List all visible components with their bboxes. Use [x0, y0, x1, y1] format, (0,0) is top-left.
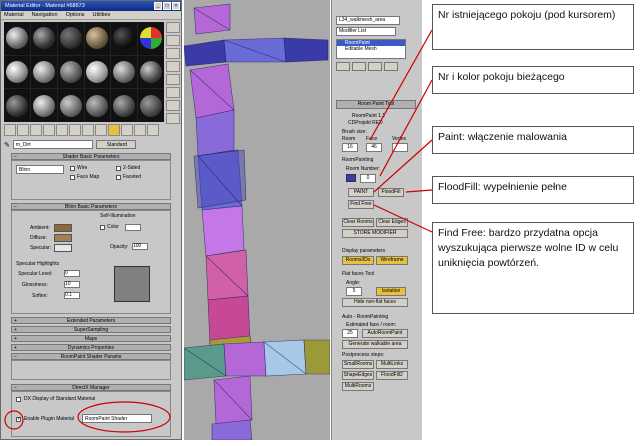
- highlight-enable-checkbox: [4, 410, 24, 430]
- callout-find-free: Find Free: bardzo przydatna opcja wyszuk…: [432, 222, 634, 314]
- callout-line-existing-room: [369, 29, 433, 141]
- callout-line-find-free: [373, 204, 433, 233]
- callout-line-current-room: [379, 79, 433, 177]
- callout-current-room: Nr i kolor pokoju bieżącego: [432, 66, 634, 94]
- callout-existing-room: Nr istniejącego pokoju (pod kursorem): [432, 4, 634, 50]
- callout-line-paint: [373, 139, 433, 193]
- highlight-plugin-dropdown: [77, 401, 171, 433]
- callout-paint: Paint: włączenie malowania: [432, 126, 634, 154]
- callout-line-floodfill: [405, 189, 433, 193]
- callout-floodfill: FloodFill: wypełnienie pełne: [432, 176, 634, 204]
